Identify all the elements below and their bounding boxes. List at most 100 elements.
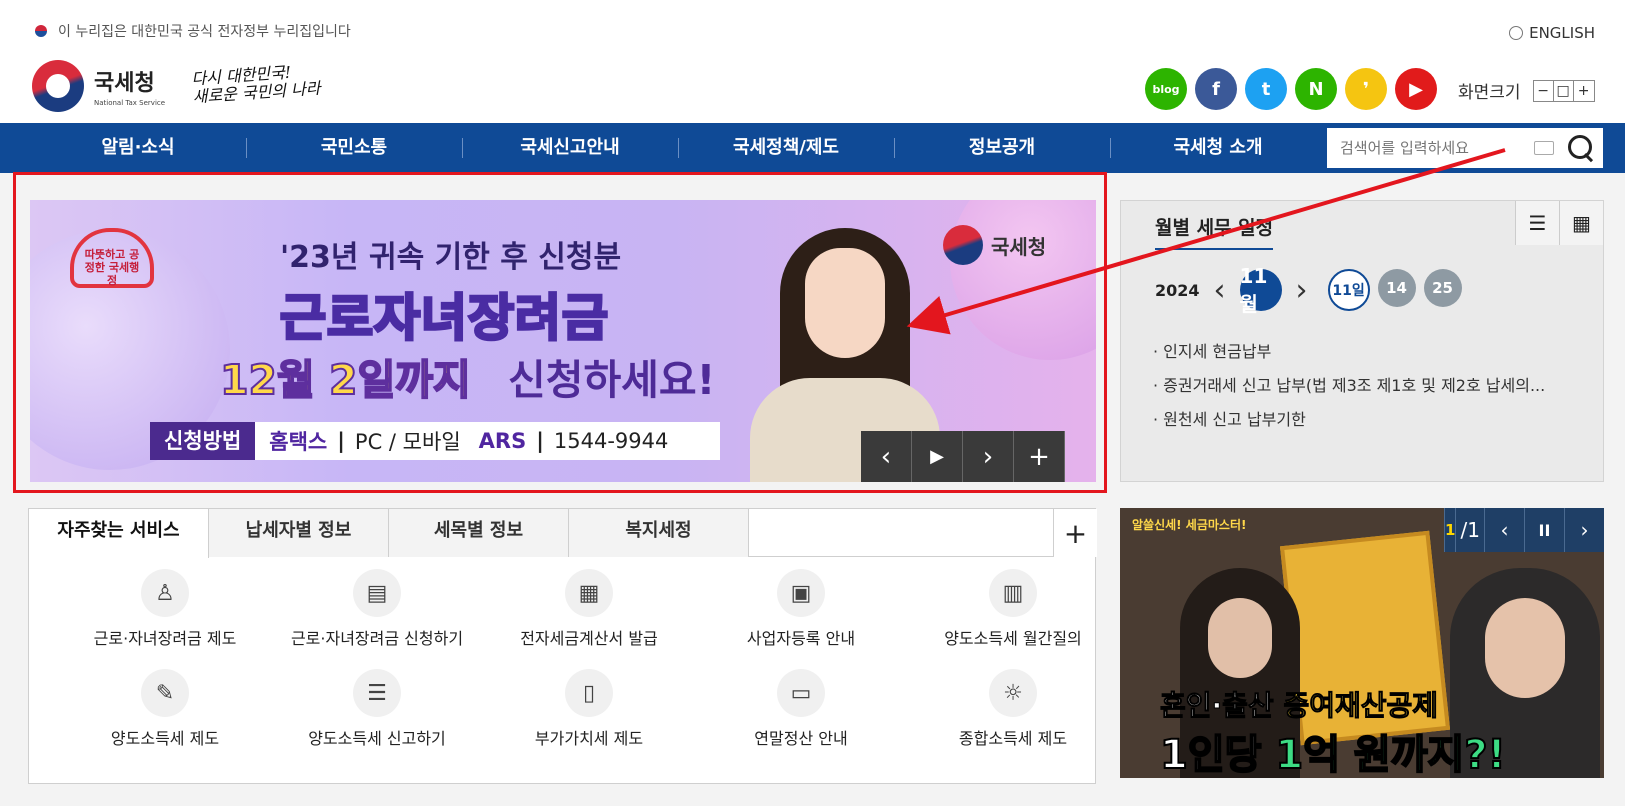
nav-news[interactable]: 알림·소식 — [30, 123, 246, 173]
campaign-badge-text: 따뜻하고 공정한 국세행정 — [84, 248, 140, 287]
search-input[interactable] — [1327, 128, 1534, 168]
monitor-icon: ▭ — [777, 669, 825, 717]
banner-prev-button[interactable]: ‹ — [861, 431, 912, 482]
method-pc: PC / 모바일 — [354, 430, 461, 454]
search-box — [1327, 128, 1603, 168]
services-more-button[interactable]: + — [1053, 509, 1097, 557]
calendar-icon[interactable]: ▦ — [1559, 201, 1603, 245]
schedule-item[interactable]: 원천세 신고 납부기한 — [1153, 403, 1545, 437]
divider: | — [337, 429, 345, 453]
video-prev-button[interactable]: ‹ — [1484, 508, 1524, 552]
caption-part: 혼인·출산 — [1159, 689, 1284, 723]
banner-more-button[interactable]: + — [1014, 431, 1065, 482]
caption-highlight: 1억 원까지?! — [1274, 731, 1506, 778]
service-item[interactable]: ▯ 부가가치세 제도 — [483, 669, 695, 749]
banner-play-button[interactable]: ▶ — [912, 431, 963, 482]
site-logo[interactable]: 국세청 National Tax Service — [32, 60, 165, 112]
service-item[interactable]: ▤ 근로·자녀장려금 신청하기 — [271, 569, 483, 649]
youtube-icon[interactable]: ▶ — [1395, 68, 1437, 110]
service-item[interactable]: ▭ 연말정산 안내 — [695, 669, 907, 749]
video-caption-line2: 1인당 1억 원까지?! — [1159, 722, 1507, 778]
font-size-increase-button[interactable]: + — [1574, 81, 1594, 101]
video-series-tag: 알쓸신세! 세금마스터! — [1132, 518, 1247, 532]
people-icon: ♙ — [141, 569, 189, 617]
campaign-badge: 따뜻하고 공정한 국세행정 — [70, 228, 154, 292]
service-item[interactable]: ☰ 양도소득세 신고하기 — [271, 669, 483, 749]
gov-notice-text: 이 누리집은 대한민국 공식 전자정부 누리집입니다 — [58, 24, 351, 40]
service-item[interactable]: ♙ 근로·자녀장려금 제도 — [59, 569, 271, 649]
video-pause-button[interactable]: II — [1524, 508, 1564, 552]
service-item[interactable]: ✎ 양도소득세 제도 — [59, 669, 271, 749]
service-label: 근로·자녀장려금 제도 — [93, 629, 237, 648]
schedule-item[interactable]: 인지세 현금납부 — [1153, 335, 1545, 369]
nav-tax-guide[interactable]: 국세신고안내 — [462, 123, 678, 173]
naver-tv-icon[interactable]: N — [1295, 68, 1337, 110]
banner-apply: 신청하세요! — [508, 356, 716, 404]
banner-logo: 국세청 — [943, 225, 1046, 265]
schedule-title: 월별 세무 일정 — [1155, 213, 1274, 250]
schedule-day[interactable]: 25 — [1423, 269, 1462, 307]
pen-icon: ✎ — [141, 669, 189, 717]
prev-month-button[interactable]: ‹ — [1214, 273, 1226, 308]
document-icon: ▤ — [353, 569, 401, 617]
building-icon: ▥ — [989, 569, 1037, 617]
banner-controls: ‹ ▶ › + — [861, 431, 1065, 482]
nav-communication[interactable]: 국민소통 — [246, 123, 462, 173]
kakao-icon[interactable]: ❜ — [1345, 68, 1387, 110]
video-next-button[interactable]: › — [1564, 508, 1604, 552]
facebook-icon[interactable]: f — [1195, 68, 1237, 110]
nav-info-disclosure[interactable]: 정보공개 — [894, 123, 1110, 173]
blog-icon[interactable]: blog — [1145, 68, 1187, 110]
tab-welfare[interactable]: 복지세정 — [569, 509, 749, 557]
nts-logo-icon — [32, 60, 84, 112]
nav-about[interactable]: 국세청 소개 — [1110, 123, 1326, 173]
service-item[interactable]: ☼ 종합소득세 제도 — [907, 669, 1119, 749]
method-phone: 1544-9944 — [553, 429, 669, 453]
video-counter-current: 1 — [1445, 521, 1456, 539]
banner-title: 근로자녀장려금 — [279, 288, 610, 349]
tab-tax-item-info[interactable]: 세목별 정보 — [389, 509, 569, 557]
schedule-day-selected[interactable]: 11일 — [1327, 269, 1370, 311]
service-item[interactable]: ▣ 사업자등록 안내 — [695, 569, 907, 649]
caption-highlight: 증여재산공제 — [1283, 689, 1439, 723]
next-month-button[interactable]: › — [1296, 273, 1308, 308]
service-item[interactable]: ▦ 전자세금계산서 발급 — [483, 569, 695, 649]
search-icon[interactable] — [1566, 133, 1595, 163]
font-size-reset-button[interactable]: □ — [1554, 80, 1574, 101]
english-link[interactable]: ENGLISH — [1509, 24, 1595, 42]
schedule-day[interactable]: 14 — [1377, 269, 1416, 307]
font-size-decrease-button[interactable]: − — [1534, 80, 1554, 101]
video-counter: 1/1 — [1444, 508, 1484, 552]
tab-taxpayer-info[interactable]: 납세자별 정보 — [209, 509, 389, 557]
list-view-icon[interactable]: ☰ — [1515, 201, 1559, 245]
service-label: 양도소득세 신고하기 — [308, 729, 446, 748]
keyboard-icon[interactable] — [1534, 141, 1554, 155]
banner-subtitle: '23년 귀속 기한 후 신청분 — [280, 240, 622, 275]
font-size-label: 화면크기 — [1458, 83, 1521, 103]
monthly-tax-schedule: 월별 세무 일정 ☰ ▦ 2024 ‹ 11월 › 11일 14 25 인지세 … — [1120, 200, 1604, 482]
form-icon: ☰ — [353, 669, 401, 717]
banner-logo-text: 국세청 — [991, 234, 1047, 259]
globe-icon — [1509, 26, 1524, 40]
video-controls: 1/1 ‹ II › — [1444, 508, 1604, 552]
service-item[interactable]: ▥ 양도소득세 월간질의 — [907, 569, 1119, 649]
bg-circle — [950, 200, 1096, 360]
nav-tax-policy[interactable]: 국세정책/제도 — [678, 123, 894, 173]
apply-method-strip: 신청방법 홈택스 | PC / 모바일 ARS | 1544-9944 — [150, 422, 720, 460]
english-label: ENGLISH — [1529, 24, 1595, 42]
schedule-item[interactable]: 증권거래세 신고 납부(법 제3조 제1호 및 제2호 납세의... — [1153, 369, 1545, 403]
apply-method-label: 신청방법 — [150, 422, 256, 460]
twitter-icon[interactable]: t — [1245, 68, 1287, 110]
method-ars: ARS — [478, 429, 527, 453]
frequent-services-panel: 자주찾는 서비스 납세자별 정보 세목별 정보 복지세정 + ♙ 근로·자녀장려금… — [28, 508, 1097, 784]
service-label: 전자세금계산서 발급 — [520, 629, 658, 648]
header: 이 누리집은 대한민국 공식 전자정부 누리집입니다 ENGLISH 국세청 N… — [0, 0, 1625, 123]
caption-part: 1인당 — [1159, 731, 1276, 778]
book-icon: ▯ — [565, 669, 613, 717]
current-month: 11월 — [1239, 264, 1282, 316]
divider: | — [536, 429, 544, 453]
service-label: 사업자등록 안내 — [746, 629, 856, 648]
banner-next-button[interactable]: › — [963, 431, 1014, 482]
video-banner[interactable]: 알쓸신세! 세금마스터! 혼인·출산 증여재산공제 1인당 1억 원까지?! 1… — [1120, 508, 1604, 778]
tab-frequent-services[interactable]: 자주찾는 서비스 — [29, 509, 209, 558]
